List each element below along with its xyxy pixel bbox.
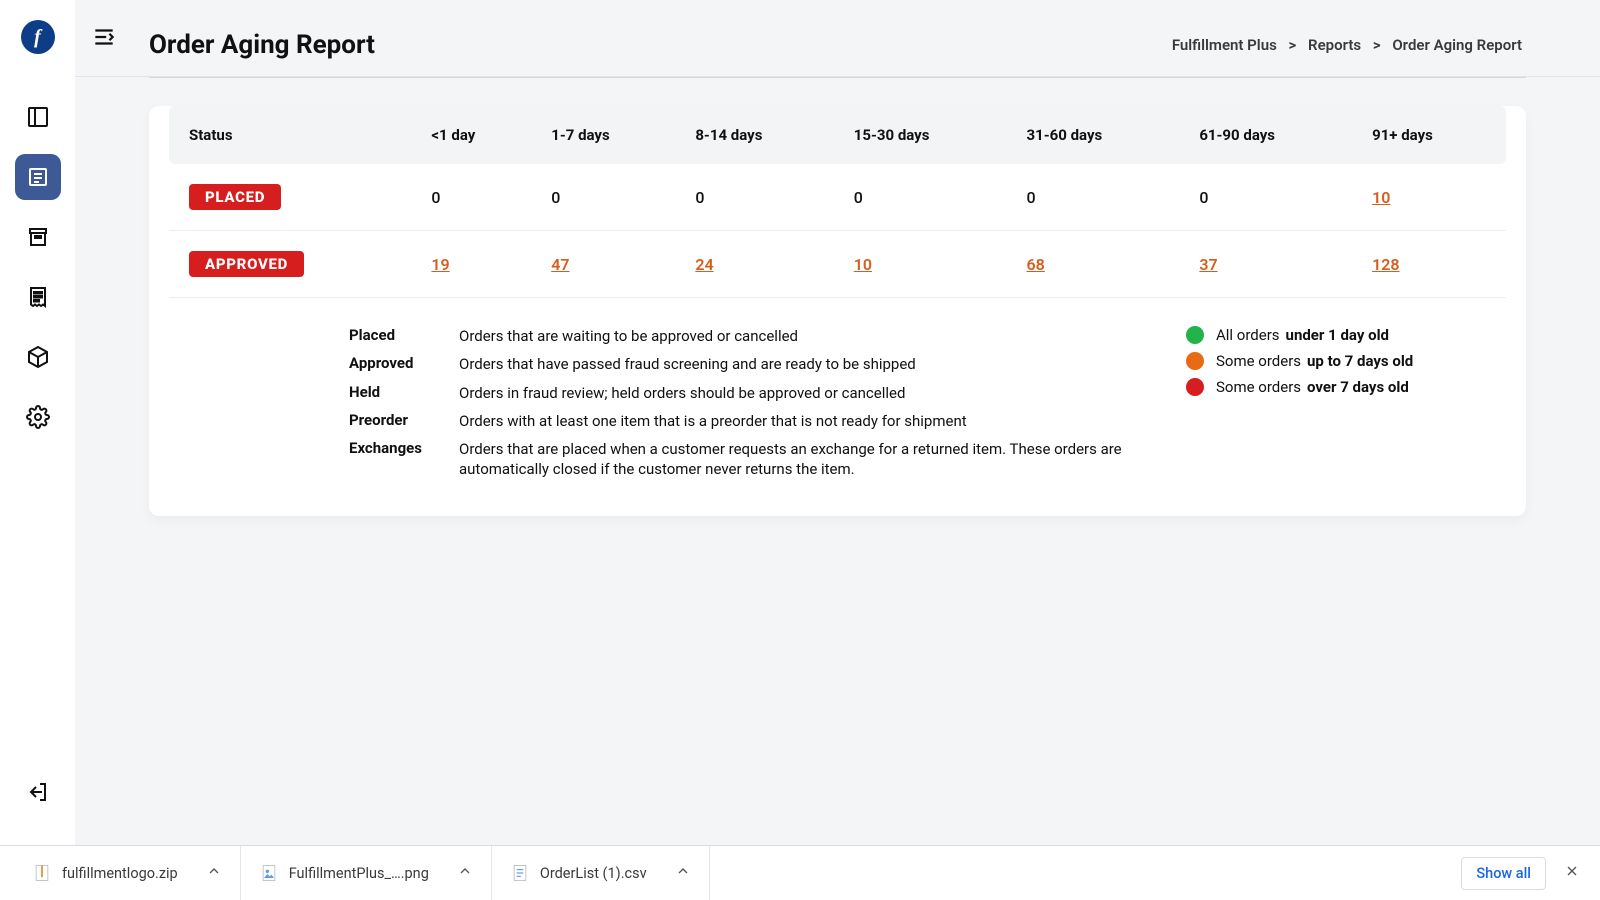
nav-package[interactable] — [15, 334, 61, 380]
legend-text: Some orders — [1216, 378, 1301, 396]
column-header: 61-90 days — [1185, 106, 1358, 164]
download-filename: FulfillmentPlus_….png — [289, 865, 429, 882]
legend-dot-icon — [1186, 326, 1204, 344]
aging-count-link[interactable]: 10 — [854, 255, 872, 274]
aging-count-link[interactable]: 47 — [551, 255, 569, 274]
aging-count-link[interactable]: 24 — [695, 255, 713, 274]
main-area: Order Aging Report Fulfillment Plus > Re… — [75, 0, 1600, 845]
breadcrumb-sep: > — [1289, 36, 1297, 54]
breadcrumb: Fulfillment Plus > Reports > Order Aging… — [1168, 36, 1526, 54]
legend-row: Some orders over 7 days old — [1186, 378, 1486, 396]
show-all-downloads-button[interactable]: Show all — [1461, 857, 1546, 890]
legend-bold: up to 7 days old — [1307, 352, 1413, 370]
definition-row: HeldOrders in fraud review; held orders … — [349, 383, 1126, 403]
definition-row: ExchangesOrders that are placed when a c… — [349, 439, 1126, 480]
sidebar: f — [0, 0, 75, 845]
breadcrumb-sep: > — [1373, 36, 1381, 54]
aging-count: 0 — [551, 188, 560, 207]
downloads-bar: fulfillmentlogo.zip FulfillmentPlus_….png… — [0, 845, 1600, 900]
file-icon — [259, 862, 279, 884]
definition-term: Approved — [349, 354, 459, 374]
chevron-up-icon[interactable] — [675, 863, 691, 883]
nav-archive[interactable] — [15, 214, 61, 260]
header-divider — [149, 77, 1526, 78]
definition-desc: Orders that are placed when a customer r… — [459, 439, 1126, 480]
legend-text: All orders — [1216, 326, 1280, 344]
definition-term: Held — [349, 383, 459, 403]
aging-count: 0 — [695, 188, 704, 207]
definitions: PlacedOrders that are waiting to be appr… — [349, 326, 1126, 488]
nav-receipt[interactable] — [15, 274, 61, 320]
definition-term: Preorder — [349, 411, 459, 431]
legend-bold: over 7 days old — [1307, 378, 1409, 396]
legend-text: Some orders — [1216, 352, 1301, 370]
brand-letter: f — [34, 26, 41, 49]
download-filename: fulfillmentlogo.zip — [62, 865, 178, 882]
status-pill: PLACED — [189, 184, 281, 210]
aging-count-link[interactable]: 68 — [1027, 255, 1045, 274]
file-icon — [32, 862, 52, 884]
aging-table: Status<1 day1-7 days8-14 days15-30 days3… — [169, 106, 1506, 298]
file-icon — [510, 862, 530, 884]
breadcrumb-current: Order Aging Report — [1392, 36, 1522, 54]
definition-term: Exchanges — [349, 439, 459, 480]
aging-count: 0 — [431, 188, 440, 207]
legend-bold: under 1 day old — [1286, 326, 1389, 344]
aging-count: 0 — [1027, 188, 1036, 207]
nav-settings[interactable] — [15, 394, 61, 440]
chevron-up-icon[interactable] — [206, 863, 222, 883]
download-item[interactable]: OrderList (1).csv — [492, 846, 710, 900]
aging-count-link[interactable]: 128 — [1372, 255, 1399, 274]
table-row: PLACED 0 0 0 0 0 0 10 — [169, 164, 1506, 231]
download-item[interactable]: FulfillmentPlus_….png — [241, 846, 492, 900]
table-row: APPROVED 19 47 24 10 68 37 128 — [169, 231, 1506, 298]
report-card: Status<1 day1-7 days8-14 days15-30 days3… — [149, 106, 1526, 516]
close-downloads-button[interactable] — [1558, 857, 1586, 889]
brand-logo[interactable]: f — [21, 20, 55, 54]
column-header: 1-7 days — [537, 106, 681, 164]
nav-dashboard[interactable] — [15, 94, 61, 140]
column-header: 8-14 days — [681, 106, 839, 164]
definition-desc: Orders that are waiting to be approved o… — [459, 326, 1126, 346]
definition-row: ApprovedOrders that have passed fraud sc… — [349, 354, 1126, 374]
legend-dot-icon — [1186, 378, 1204, 396]
column-header: <1 day — [417, 106, 537, 164]
definition-desc: Orders that have passed fraud screening … — [459, 354, 1126, 374]
legend-row: Some orders up to 7 days old — [1186, 352, 1486, 370]
page-title: Order Aging Report — [149, 30, 375, 60]
legend: All orders under 1 day old Some orders up t… — [1186, 326, 1486, 488]
definition-desc: Orders with at least one item that is a … — [459, 411, 1126, 431]
definition-desc: Orders in fraud review; held orders shou… — [459, 383, 1126, 403]
breadcrumb-root[interactable]: Fulfillment Plus — [1172, 36, 1277, 54]
download-filename: OrderList (1).csv — [540, 865, 647, 882]
column-header: 15-30 days — [840, 106, 1013, 164]
nav-logout[interactable] — [15, 769, 61, 815]
legend-dot-icon — [1186, 352, 1204, 370]
aging-count-link[interactable]: 19 — [431, 255, 449, 274]
aging-count-link[interactable]: 10 — [1372, 188, 1390, 207]
chevron-up-icon[interactable] — [457, 863, 473, 883]
definition-term: Placed — [349, 326, 459, 346]
status-pill: APPROVED — [189, 251, 304, 277]
aging-count: 0 — [1199, 188, 1208, 207]
aging-count-link[interactable]: 37 — [1199, 255, 1217, 274]
nav-reports[interactable] — [15, 154, 61, 200]
column-header: 91+ days — [1358, 106, 1506, 164]
column-header: Status — [169, 106, 417, 164]
column-header: 31-60 days — [1013, 106, 1186, 164]
legend-row: All orders under 1 day old — [1186, 326, 1486, 344]
download-item[interactable]: fulfillmentlogo.zip — [14, 846, 241, 900]
aging-count: 0 — [854, 188, 863, 207]
toggle-sidebar-button[interactable] — [91, 24, 117, 54]
breadcrumb-reports[interactable]: Reports — [1308, 36, 1361, 54]
definition-row: PlacedOrders that are waiting to be appr… — [349, 326, 1126, 346]
definition-row: PreorderOrders with at least one item th… — [349, 411, 1126, 431]
